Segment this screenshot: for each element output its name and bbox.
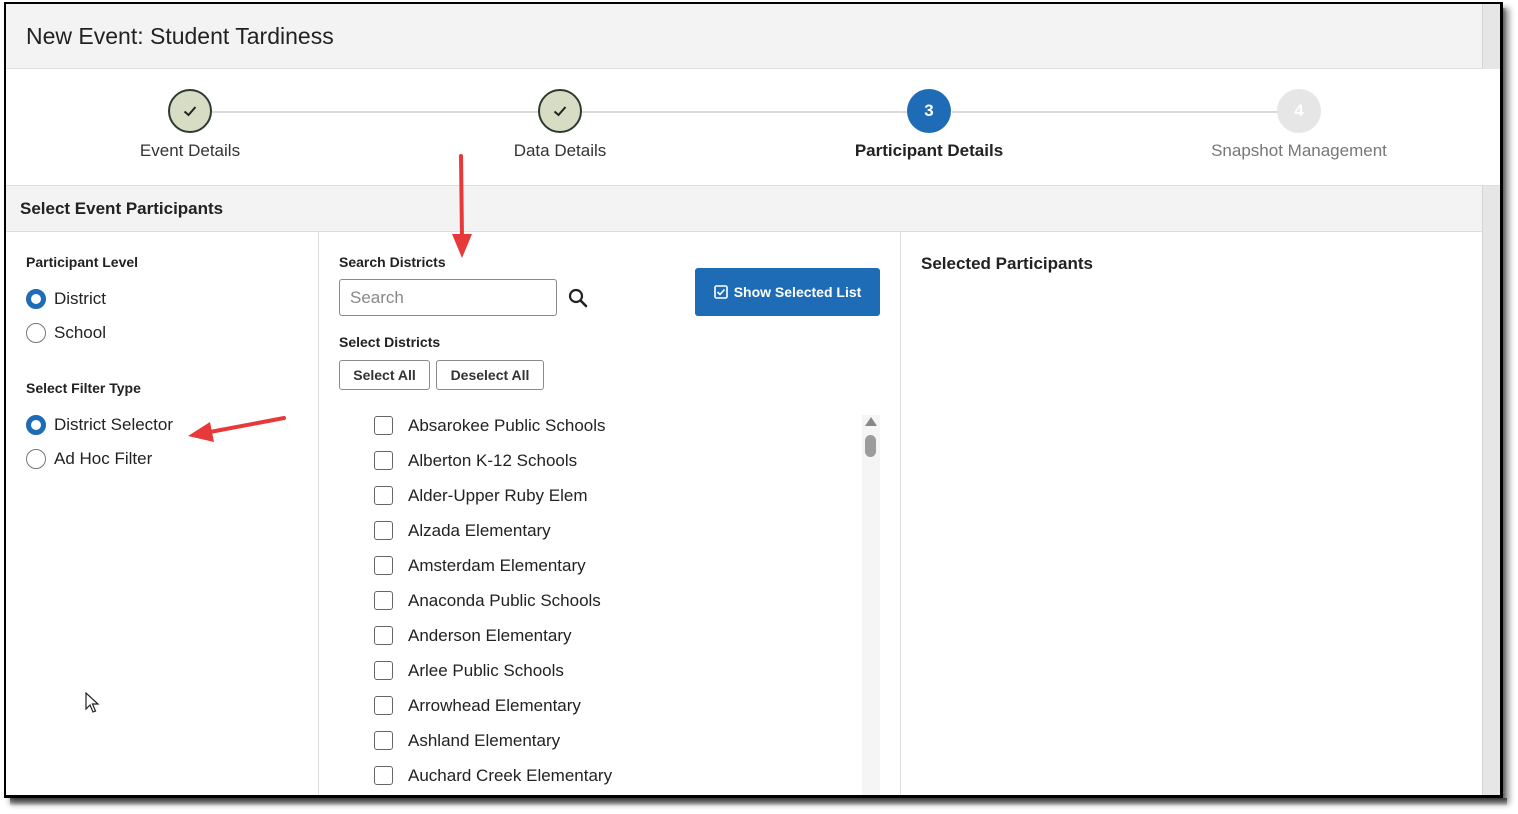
checkbox[interactable]	[374, 451, 393, 470]
scroll-up-arrow-icon[interactable]	[865, 417, 877, 426]
list-item[interactable]: Arlee Public Schools	[374, 653, 854, 688]
district-list-scrollbar[interactable]	[862, 415, 880, 795]
page-title: New Event: Student Tardiness	[26, 22, 334, 49]
radio-district[interactable]: District	[26, 289, 106, 309]
radio-selected-icon[interactable]	[26, 415, 46, 435]
selected-participants-title: Selected Participants	[921, 254, 1093, 273]
frame-shadow-bottom	[10, 798, 1507, 806]
step-participant-details[interactable]: 3 Participant Details	[779, 89, 1079, 161]
step-number: 3	[907, 89, 951, 133]
check-icon	[538, 89, 582, 133]
checkbox[interactable]	[374, 731, 393, 750]
step-number: 4	[1277, 89, 1321, 133]
show-selected-list-button[interactable]: Show Selected List	[695, 268, 880, 316]
checkbox[interactable]	[374, 766, 393, 785]
radio-label: School	[54, 323, 106, 342]
scroll-thumb[interactable]	[865, 435, 876, 457]
search-input[interactable]	[339, 279, 557, 316]
deselect-all-button[interactable]: Deselect All	[436, 360, 544, 390]
show-selected-list-label: Show Selected List	[733, 284, 862, 300]
participant-columns: Participant Level District School Select…	[6, 232, 1500, 795]
radio-selected-icon[interactable]	[26, 289, 46, 309]
checkbox[interactable]	[374, 416, 393, 435]
list-item[interactable]: Absarokee Public Schools	[374, 408, 854, 443]
district-name: Alzada Elementary	[408, 520, 551, 540]
list-item[interactable]: Amsterdam Elementary	[374, 548, 854, 583]
radio-label: Ad Hoc Filter	[54, 449, 153, 468]
district-name: Amsterdam Elementary	[408, 555, 586, 575]
district-name: Ashland Elementary	[408, 730, 561, 750]
wizard-stepper: Event Details Data Details 3 Participant…	[6, 69, 1500, 186]
district-name: Auchard Creek Elementary	[408, 765, 613, 785]
radio-district-selector[interactable]: District Selector	[26, 415, 173, 435]
radio-unselected-icon[interactable]	[26, 323, 46, 343]
step-label: Data Details	[513, 141, 607, 160]
check-icon	[168, 89, 212, 133]
district-name: Arlee Public Schools	[408, 660, 564, 680]
district-name: Absarokee Public Schools	[408, 415, 606, 435]
district-name: Alberton K-12 Schools	[408, 450, 578, 470]
list-item[interactable]: Anderson Elementary	[374, 618, 854, 653]
radio-label: District	[54, 289, 106, 308]
list-item[interactable]: Anaconda Public Schools	[374, 583, 854, 618]
participant-level-title: Participant Level	[26, 254, 139, 270]
filter-panel: Participant Level District School Select…	[6, 232, 319, 795]
checkbox[interactable]	[374, 696, 393, 715]
district-list: Absarokee Public Schools Alberton K-12 S…	[374, 408, 854, 793]
list-item[interactable]: Alder-Upper Ruby Elem	[374, 478, 854, 513]
checkbox[interactable]	[374, 556, 393, 575]
step-data-details[interactable]: Data Details	[410, 89, 710, 161]
radio-school[interactable]: School	[26, 323, 106, 343]
checkbox[interactable]	[374, 661, 393, 680]
list-item[interactable]: Alzada Elementary	[374, 513, 854, 548]
checkbox-checked-icon	[713, 285, 728, 299]
filter-type-title: Select Filter Type	[26, 380, 141, 396]
list-item[interactable]: Alberton K-12 Schools	[374, 443, 854, 478]
selected-participants-panel: Selected Participants	[901, 232, 1483, 795]
district-name: Anderson Elementary	[408, 625, 572, 645]
radio-unselected-icon[interactable]	[26, 449, 46, 469]
checkbox[interactable]	[374, 521, 393, 540]
radio-ad-hoc-filter[interactable]: Ad Hoc Filter	[26, 449, 152, 469]
search-districts-title: Search Districts	[339, 254, 446, 270]
checkbox[interactable]	[374, 626, 393, 645]
section-title: Select Event Participants	[6, 186, 1500, 232]
district-name: Anaconda Public Schools	[408, 590, 601, 610]
page-header: New Event: Student Tardiness	[6, 4, 1500, 69]
checkbox[interactable]	[374, 591, 393, 610]
step-label: Snapshot Management	[1211, 141, 1387, 160]
step-label: Participant Details	[854, 141, 1004, 160]
list-item[interactable]: Ashland Elementary	[374, 723, 854, 758]
district-panel: Search Districts Show Selected List Sele…	[319, 232, 901, 795]
step-snapshot-management[interactable]: 4 Snapshot Management	[1149, 89, 1449, 161]
step-label: Event Details	[139, 141, 241, 160]
list-item[interactable]: Auchard Creek Elementary	[374, 758, 854, 793]
step-event-details[interactable]: Event Details	[40, 89, 340, 161]
mouse-cursor-icon	[85, 692, 100, 713]
list-item[interactable]: Arrowhead Elementary	[374, 688, 854, 723]
search-icon[interactable]	[567, 287, 589, 309]
radio-label: District Selector	[54, 415, 174, 434]
checkbox[interactable]	[374, 486, 393, 505]
select-districts-title: Select Districts	[339, 334, 441, 350]
district-name: Arrowhead Elementary	[408, 695, 581, 715]
district-name: Alder-Upper Ruby Elem	[408, 485, 588, 505]
app-window: New Event: Student Tardiness Event Detai…	[4, 2, 1503, 798]
select-all-button[interactable]: Select All	[339, 360, 430, 390]
